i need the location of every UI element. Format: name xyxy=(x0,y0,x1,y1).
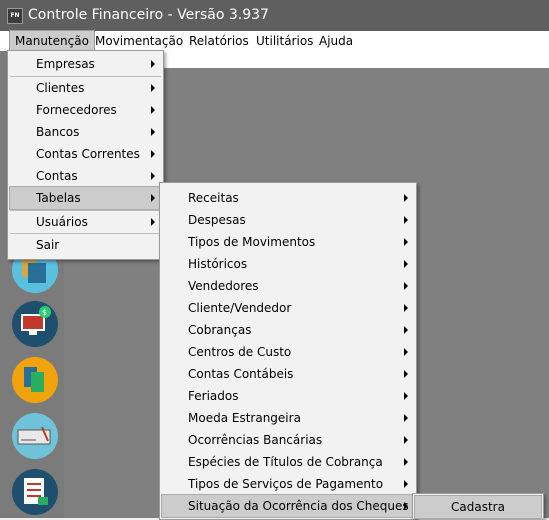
menu-item-label: Tabelas xyxy=(36,191,81,205)
chevron-right-icon xyxy=(151,106,155,114)
menu-item-vendedores[interactable]: Vendedores xyxy=(162,275,414,297)
menu-item-usuarios[interactable]: Usuários xyxy=(10,211,161,233)
menu-item-historicos[interactable]: Históricos xyxy=(162,253,414,275)
situacao-submenu: Cadastra xyxy=(412,493,544,519)
menu-item-label: Espécies de Títulos de Cobrança xyxy=(188,455,383,469)
menu-ajuda[interactable]: Ajuda xyxy=(314,31,358,51)
menu-item-label: Sair xyxy=(36,238,60,252)
menu-item-label: Clientes xyxy=(36,81,85,95)
menu-item-cadastra[interactable]: Cadastra xyxy=(414,495,542,519)
menu-item-label: Históricos xyxy=(188,257,248,271)
menu-item-label: Feriados xyxy=(188,389,239,403)
menu-item-centros-de-custo[interactable]: Centros de Custo xyxy=(162,341,414,363)
menu-item-situacao-ocorrencia-cheques[interactable]: Situação da Ocorrência dos Cheques xyxy=(161,494,415,518)
menu-item-receitas[interactable]: Receitas xyxy=(162,187,414,209)
menu-item-label: Empresas xyxy=(36,57,95,71)
chevron-right-icon xyxy=(404,282,408,290)
menu-item-ocorrencias-bancarias[interactable]: Ocorrências Bancárias xyxy=(162,429,414,451)
menu-item-contas-correntes[interactable]: Contas Correntes xyxy=(10,143,161,165)
menu-movimentacao[interactable]: Movimentação xyxy=(90,31,188,51)
chevron-right-icon xyxy=(404,326,408,334)
chevron-right-icon xyxy=(151,194,155,202)
menu-item-label: Contas Contábeis xyxy=(188,367,294,381)
title-bar: FN Controle Financeiro - Versão 3.937 xyxy=(0,0,549,31)
app-icon: FN xyxy=(7,8,23,24)
menu-item-tipos-de-movimentos[interactable]: Tipos de Movimentos xyxy=(162,231,414,253)
menu-item-label: Moeda Estrangeira xyxy=(188,411,301,425)
menu-item-label: Tipos de Movimentos xyxy=(188,235,316,249)
chevron-right-icon xyxy=(404,436,408,444)
menu-item-tabelas[interactable]: Tabelas xyxy=(9,186,162,210)
chevron-right-icon xyxy=(404,348,408,356)
menu-item-label: Ocorrências Bancárias xyxy=(188,433,323,447)
menu-item-clientes[interactable]: Clientes xyxy=(10,77,161,99)
menu-item-especies-de-titulos[interactable]: Espécies de Títulos de Cobrança xyxy=(162,451,414,473)
chevron-right-icon xyxy=(404,370,408,378)
chevron-right-icon xyxy=(404,260,408,268)
menu-item-despesas[interactable]: Despesas xyxy=(162,209,414,231)
chevron-right-icon xyxy=(151,172,155,180)
menu-item-label: Cliente/Vendedor xyxy=(188,301,292,315)
menu-item-label: Situação da Ocorrência dos Cheques xyxy=(188,499,409,513)
menu-item-label: Bancos xyxy=(36,125,80,139)
chevron-right-icon xyxy=(404,392,408,400)
documents-icon[interactable] xyxy=(12,357,58,403)
menu-item-contas-contabeis[interactable]: Contas Contábeis xyxy=(162,363,414,385)
menu-item-label: Usuários xyxy=(36,215,88,229)
menu-item-label: Vendedores xyxy=(188,279,259,293)
menu-item-fornecedores[interactable]: Fornecedores xyxy=(10,99,161,121)
svg-text:$: $ xyxy=(42,308,47,317)
menu-item-label: Cobranças xyxy=(188,323,252,337)
menu-manutencao[interactable]: Manutenção xyxy=(9,30,95,52)
menu-item-label: Centros de Custo xyxy=(188,345,292,359)
menu-item-tipos-de-servicos[interactable]: Tipos de Serviços de Pagamento xyxy=(162,473,414,495)
tabelas-submenu: Receitas Despesas Tipos de Movimentos Hi… xyxy=(159,182,417,520)
menu-item-sair[interactable]: Sair xyxy=(10,234,161,256)
chevron-right-icon xyxy=(404,480,408,488)
checklist-icon[interactable] xyxy=(12,469,58,515)
check-icon[interactable] xyxy=(12,413,58,459)
chevron-right-icon xyxy=(151,84,155,92)
window-title: Controle Financeiro - Versão 3.937 xyxy=(28,7,269,23)
manutencao-menu: Empresas Clientes Fornecedores Bancos Co… xyxy=(7,50,164,260)
menu-item-label: Tipos de Serviços de Pagamento xyxy=(188,477,384,491)
chevron-right-icon xyxy=(151,150,155,158)
chevron-right-icon xyxy=(404,502,408,510)
menu-item-label: Despesas xyxy=(188,213,246,227)
chevron-right-icon xyxy=(404,414,408,422)
menu-bar: Manutenção Movimentação Relatórios Utili… xyxy=(0,30,549,52)
menu-utilitarios[interactable]: Utilitários xyxy=(251,31,318,51)
menu-item-label: Contas xyxy=(36,169,78,183)
menu-item-cliente-vendedor[interactable]: Cliente/Vendedor xyxy=(162,297,414,319)
menu-item-feriados[interactable]: Feriados xyxy=(162,385,414,407)
menu-item-label: Contas Correntes xyxy=(36,147,140,161)
chevron-right-icon xyxy=(404,238,408,246)
menu-item-bancos[interactable]: Bancos xyxy=(10,121,161,143)
menu-item-empresas[interactable]: Empresas xyxy=(10,53,161,75)
monitor-money-icon[interactable]: $ xyxy=(12,301,58,347)
chevron-right-icon xyxy=(404,458,408,466)
menu-item-label: Receitas xyxy=(188,191,239,205)
chevron-right-icon xyxy=(151,60,155,68)
menu-item-cobrancas[interactable]: Cobranças xyxy=(162,319,414,341)
chevron-right-icon xyxy=(404,304,408,312)
menu-item-moeda-estrangeira[interactable]: Moeda Estrangeira xyxy=(162,407,414,429)
toolbar-strip xyxy=(160,51,549,68)
chevron-right-icon xyxy=(404,216,408,224)
menu-item-label: Cadastra xyxy=(451,500,505,514)
menu-item-contas[interactable]: Contas xyxy=(10,165,161,187)
menu-item-label: Fornecedores xyxy=(36,103,117,117)
chevron-right-icon xyxy=(151,218,155,226)
menu-relatorios[interactable]: Relatórios xyxy=(184,31,254,51)
chevron-right-icon xyxy=(404,194,408,202)
chevron-right-icon xyxy=(151,128,155,136)
